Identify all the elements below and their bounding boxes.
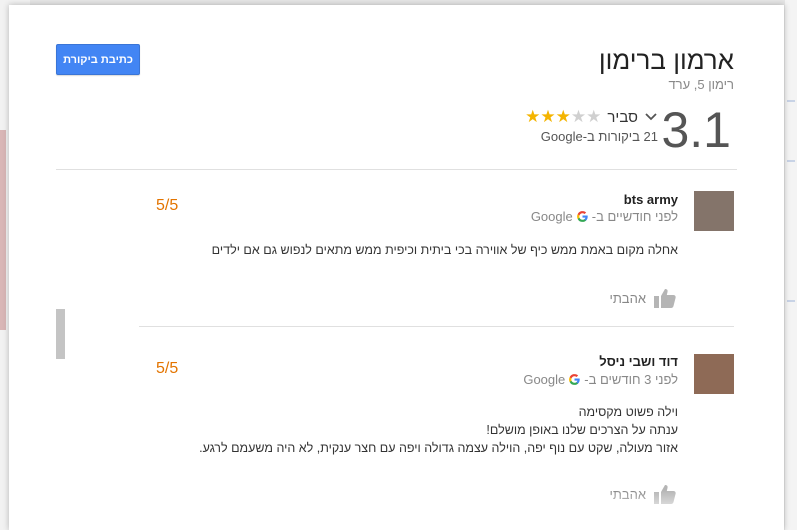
review-source: Google: [523, 372, 566, 387]
background-mark: [787, 100, 795, 102]
review-text: אחלה מקום באמת ממש כיף של אווירה בכי בית…: [138, 241, 678, 259]
divider: [139, 326, 734, 327]
review-text-line: ענתה על הצרכים שלנו באופן מושלם!: [486, 423, 678, 437]
google-logo-icon: [568, 373, 581, 386]
google-logo-icon: [576, 210, 589, 223]
review-score: 5/5: [156, 197, 179, 214]
like-label: אהבתי: [609, 290, 646, 306]
star-filled-icon: ★: [525, 107, 541, 126]
place-title: ארמון ברימון: [598, 45, 734, 75]
review-meta: לפני 3 חודשים ב- Google: [523, 372, 678, 387]
review-author[interactable]: bts army: [624, 192, 678, 207]
reviews-dialog: כתיבת ביקורת ארמון ברימון רימון 5, ערד 3…: [9, 5, 784, 530]
chevron-down-icon[interactable]: [644, 110, 658, 124]
review-author[interactable]: דוד ושבי ניסל: [599, 354, 678, 369]
star-filled-icon: ★: [555, 107, 571, 126]
scroll-fade: [9, 490, 784, 530]
rating-label: סביר: [607, 108, 638, 126]
review-text-line: אחלה מקום באמת ממש כיף של אווירה בכי בית…: [211, 243, 678, 257]
review-source: Google: [530, 209, 573, 224]
review-score: 5/5: [156, 360, 179, 377]
place-address: רימון 5, ערד: [668, 77, 734, 92]
review-time: לפני חודשיים ב-: [591, 209, 678, 224]
average-rating: 3.1: [661, 102, 731, 158]
review-item: bts army לפני חודשיים ב- Google 5/5 אחלה…: [139, 188, 734, 318]
write-review-button[interactable]: כתיבת ביקורת: [56, 44, 140, 75]
avatar[interactable]: [694, 354, 734, 394]
rating-summary[interactable]: ★ ★ ★ ★ ★ סביר: [525, 107, 658, 127]
review-text: וילה פשוט מקסימה ענתה על הצרכים שלנו באו…: [138, 403, 678, 457]
background-mark: [787, 300, 795, 302]
star-empty-icon: ★: [586, 107, 602, 126]
avatar[interactable]: [694, 191, 734, 231]
review-meta: לפני חודשיים ב- Google: [531, 209, 678, 224]
review-text-line: אזור מעולה, שקט עם נוף יפה, הוילה עצמה ג…: [199, 441, 678, 455]
thumbs-up-icon: [654, 288, 676, 308]
divider: [56, 169, 737, 170]
scrollbar-thumb[interactable]: [56, 309, 65, 359]
background-page-accent: [0, 130, 6, 330]
like-button[interactable]: אהבתי: [609, 288, 676, 308]
review-count[interactable]: 21 ביקורות ב-Google: [541, 129, 658, 144]
star-filled-icon: ★: [540, 107, 556, 126]
review-time: לפני 3 חודשים ב-: [584, 372, 678, 387]
review-text-line: וילה פשוט מקסימה: [578, 405, 678, 419]
star-empty-icon: ★: [570, 107, 587, 126]
background-mark: [787, 160, 795, 162]
background-page-right: [785, 0, 797, 530]
